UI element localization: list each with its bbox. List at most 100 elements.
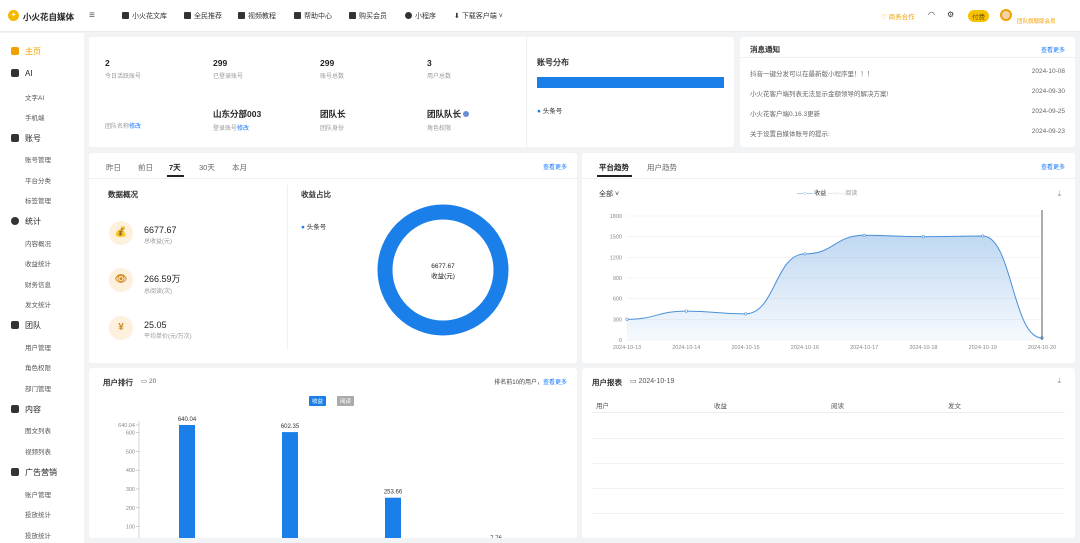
notice-title: 消息通知 — [750, 45, 780, 54]
headset-icon[interactable]: ◠ — [928, 10, 935, 19]
sidebar-item-ad-stats-2[interactable]: 投放统计 — [25, 530, 51, 540]
sidebar-item-tags[interactable]: 标签管理 — [25, 195, 51, 205]
sidebar-item-platform[interactable]: 平台分类 — [25, 175, 51, 185]
ranking-more-link[interactable]: 查看更多 — [543, 380, 567, 386]
overview-more-link[interactable]: 查看更多 — [543, 162, 567, 171]
sidebar-item-ad-accounts[interactable]: 账户管理 — [25, 489, 51, 499]
table-divider — [592, 412, 1065, 413]
notice-item[interactable]: 抖音一键分发可以在最新版小程序里！！！ 2024-10-08 — [750, 68, 1065, 78]
sidebar-group-team[interactable]: 团队 — [11, 320, 41, 331]
income-share-title: 收益占比 — [301, 190, 331, 199]
donut-label: 收益(元) — [431, 273, 455, 280]
stat-value — [105, 108, 141, 118]
bar — [179, 425, 195, 538]
tab-30days[interactable]: 30天 — [199, 162, 215, 173]
edit-login-account-link[interactable]: 修改 — [237, 126, 249, 132]
sidebar-group-label: 账号 — [25, 134, 41, 143]
sidebar-group-ai[interactable]: AI — [11, 69, 33, 78]
sidebar-item-account-manage[interactable]: 账号管理 — [25, 154, 51, 164]
top-bar: ✦ 小火花自媒体 ≡ 小火花文库 全民推荐 视频教程 帮助中心 购买会员 小程序… — [0, 0, 1080, 32]
data-point — [803, 252, 807, 256]
data-point — [921, 235, 925, 239]
ranking-toggle-reads[interactable]: 阅读 — [337, 396, 355, 406]
download-icon[interactable]: ⤓ — [1057, 189, 1061, 199]
notice-date: 2024-09-23 — [1031, 128, 1065, 135]
mini-program-icon — [405, 12, 412, 19]
sidebar-item-mobile[interactable]: 手机端 — [25, 112, 45, 122]
ranking-date-picker[interactable]: ▭ 20 — [141, 377, 156, 385]
notice-item[interactable]: 关于设置自媒体账号的提示: 2024-09-23 — [750, 128, 1065, 138]
book-icon — [122, 12, 129, 19]
trend-more-link[interactable]: 查看更多 — [1041, 162, 1065, 171]
notice-item[interactable]: 小火花客户端列表无法显示金额领导的解决方案! 2024-09-30 — [750, 88, 1065, 98]
donut-center: 6677.67 收益(元) — [413, 263, 473, 280]
content-icon — [11, 405, 19, 413]
notice-more-link[interactable]: 查看更多 — [1041, 45, 1065, 54]
sidebar-item-ad-stats[interactable]: 投放统计 — [25, 509, 51, 519]
nav-tutorial[interactable]: 视频教程 — [238, 11, 276, 21]
ranking-date: 20 — [148, 378, 157, 385]
sidebar-item-articles[interactable]: 图文列表 — [25, 425, 51, 435]
stat-total-accounts: 299 账号总数 — [320, 58, 344, 80]
ranking-toggle-income[interactable]: 收益 — [309, 396, 327, 406]
diamond-icon — [349, 12, 356, 19]
tab-day-before[interactable]: 前日 — [138, 162, 153, 173]
sidebar-item-income-stats[interactable]: 收益统计 — [25, 258, 51, 268]
stat-login-account: 山东分部003 登录账号修改 — [213, 108, 261, 132]
sidebar-group-account[interactable]: 账号 — [11, 133, 41, 144]
info-icon[interactable] — [463, 111, 470, 117]
nav-vip[interactable]: 购买会员 — [349, 11, 387, 21]
x-tick-label: 2024-10-18 — [909, 345, 937, 351]
avatar[interactable] — [1000, 9, 1012, 21]
data-point — [744, 312, 748, 316]
stat-label: 登录账号 — [213, 126, 238, 132]
sidebar-item-videos[interactable]: 视频列表 — [25, 446, 51, 456]
bar — [282, 432, 298, 538]
sidebar-item-post-stats[interactable]: 发文统计 — [25, 299, 51, 309]
sidebar-group-stats[interactable]: 统计 — [11, 216, 41, 227]
tab-user-trend[interactable]: 用户趋势 — [647, 162, 677, 173]
sidebar-item-roles[interactable]: 角色权限 — [25, 362, 51, 372]
sidebar-item-finance[interactable]: 财务信息 — [25, 279, 51, 289]
nav-miniprogram[interactable]: 小程序 — [405, 11, 436, 21]
nav-tutorial-label: 视频教程 — [248, 13, 276, 20]
sidebar-group-content[interactable]: 内容 — [11, 404, 41, 415]
stat-label: 账号总数 — [320, 74, 345, 80]
stats-card: 2 今日活跃账号 299 已登录账号 299 账号总数 3 用户总数 团队名称修改 山东… — [89, 37, 734, 147]
bar-value-label: 640.04 — [178, 417, 197, 423]
stat-total-users: 3 用户总数 — [427, 58, 451, 80]
tab-month[interactable]: 本月 — [232, 162, 247, 173]
nav-recommend[interactable]: 全民推荐 — [184, 11, 222, 21]
ranking-note: 排名前10的用户，查看更多 — [494, 377, 567, 386]
sidebar-group-home[interactable]: 主页 — [11, 46, 41, 57]
settings-icon[interactable]: ⚙ — [947, 10, 954, 19]
download-icon[interactable]: ⤓ — [1057, 376, 1061, 386]
trend-filter-select[interactable]: 全部 ˅ — [599, 189, 619, 199]
tab-7days[interactable]: 7天 — [169, 162, 181, 173]
report-date-picker[interactable]: ▭ 2024-10-19 — [630, 377, 674, 385]
sidebar-item-departments[interactable]: 部门管理 — [25, 383, 51, 393]
edit-team-name-link[interactable]: 修改 — [129, 124, 141, 130]
sidebar-item-text-ai[interactable]: 文字AI — [25, 92, 44, 102]
divider — [582, 178, 1075, 179]
filter-label: 全部 — [599, 191, 613, 198]
vip-badge[interactable]: 付费 — [968, 10, 989, 22]
column-income: 收益 — [714, 403, 727, 410]
notice-item[interactable]: 小火花客户端0.16.3更新 2024-09-25 — [750, 108, 1065, 118]
tab-platform-trend[interactable]: 平台趋势 — [599, 162, 629, 173]
data-point — [981, 234, 985, 238]
menu-toggle-icon[interactable]: ≡ — [89, 10, 95, 21]
nav-help[interactable]: 帮助中心 — [294, 11, 332, 21]
ranking-title: 用户排行 — [103, 378, 133, 387]
notice-card: 消息通知 查看更多 抖音一键分发可以在最新版小程序里！！！ 2024-10-08 … — [740, 37, 1075, 147]
bar — [385, 497, 401, 538]
sidebar-item-content-overview[interactable]: 内容概况 — [25, 238, 51, 248]
sidebar-item-users[interactable]: 用户管理 — [25, 342, 51, 352]
trend-legend[interactable]: —○— 收益 —○— 阅读 — [797, 188, 857, 197]
cooperate-link[interactable]: ♡ 商务合作 — [881, 11, 915, 21]
nav-library[interactable]: 小火花文库 — [122, 11, 167, 21]
sidebar-group-ads[interactable]: 广告营销 — [11, 467, 57, 478]
tab-yesterday[interactable]: 昨日 — [106, 162, 121, 173]
nav-download[interactable]: ⬇ 下载客户端 ˅ — [454, 11, 503, 21]
data-point — [862, 233, 866, 237]
